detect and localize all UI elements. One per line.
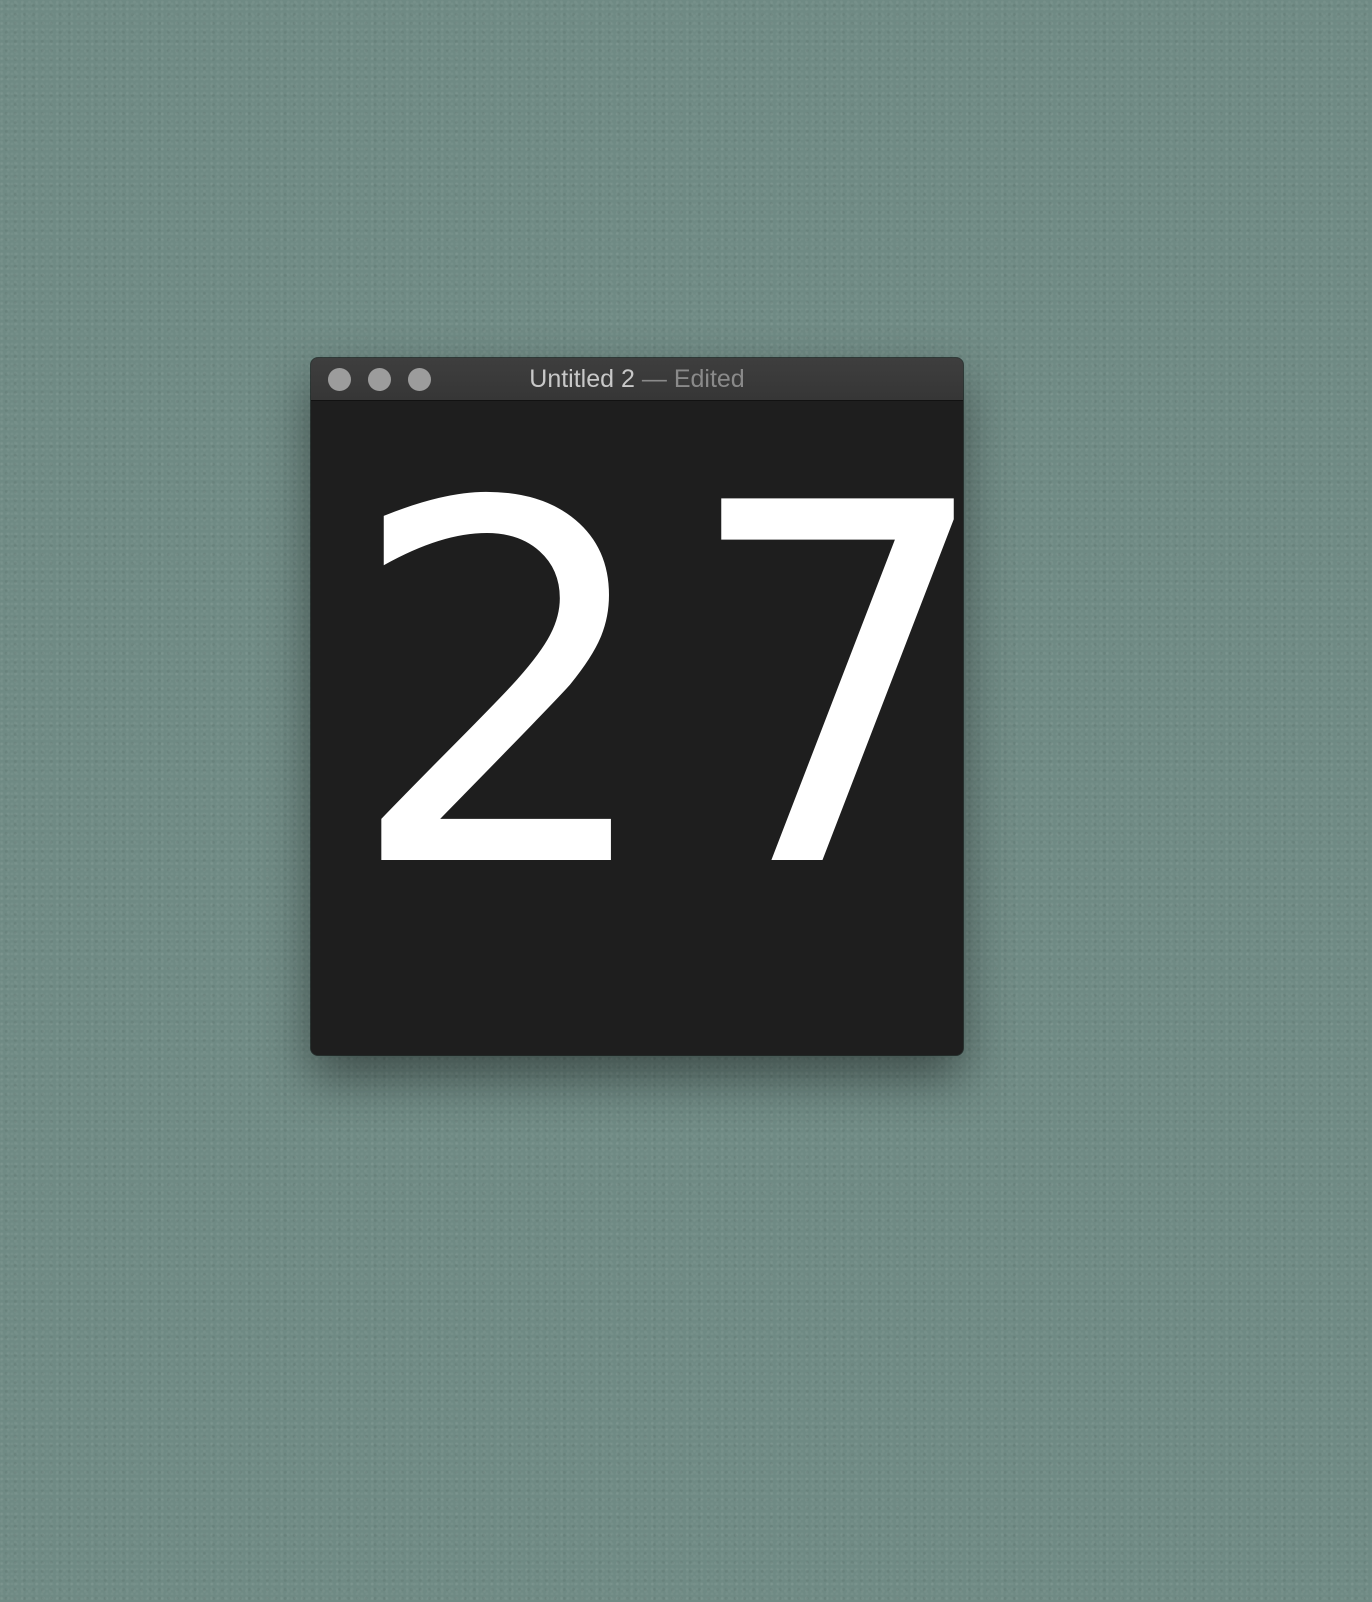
window-title: Untitled 2 — Edited: [311, 358, 963, 401]
title-separator: —: [641, 365, 667, 393]
document-window: Untitled 2 — Edited 27: [311, 358, 963, 1055]
document-content[interactable]: 27: [311, 401, 963, 1055]
edited-status: Edited: [673, 365, 745, 393]
document-text[interactable]: 27: [345, 441, 963, 937]
title-bar[interactable]: Untitled 2 — Edited: [311, 358, 963, 401]
document-name: Untitled 2: [529, 365, 635, 393]
